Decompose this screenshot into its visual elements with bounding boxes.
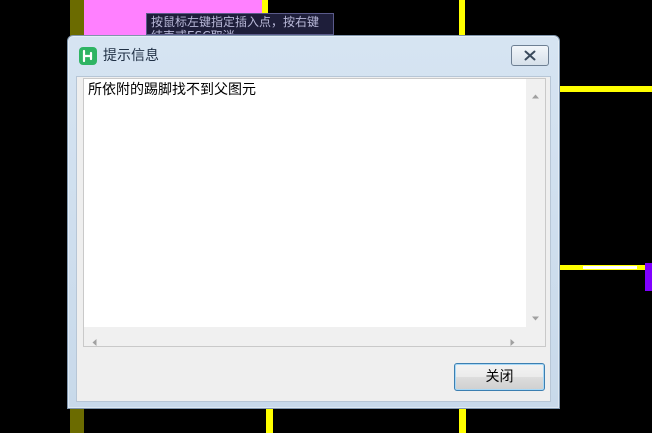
arrow-right-icon[interactable] — [508, 332, 517, 346]
message-dialog: 提示信息 所依附的踢脚找不到父图元 关闭 — [67, 35, 560, 409]
arrow-left-icon[interactable] — [90, 332, 99, 346]
cad-yellow-line — [266, 408, 273, 433]
dialog-titlebar[interactable]: 提示信息 — [68, 36, 559, 76]
cad-white-line — [583, 266, 637, 269]
arrow-up-icon[interactable] — [531, 86, 540, 99]
scrollbar-corner — [526, 327, 545, 346]
cad-yellow-line — [459, 408, 466, 433]
arrow-down-icon[interactable] — [531, 308, 540, 321]
message-text: 所依附的踢脚找不到父图元 — [88, 82, 256, 98]
cad-yellow-line — [459, 0, 465, 36]
title-close-button[interactable] — [511, 45, 549, 66]
message-textarea[interactable]: 所依附的踢脚找不到父图元 — [83, 78, 546, 347]
close-button[interactable]: 关闭 — [454, 363, 545, 391]
horizontal-scrollbar[interactable] — [84, 327, 526, 346]
cad-yellow-line — [560, 86, 652, 92]
cad-purple-region — [645, 263, 652, 291]
cursor-tooltip: 按鼠标左键指定插入点，按右键结束或ESC取消 — [146, 13, 334, 35]
dialog-title: 提示信息 — [103, 48, 159, 64]
dialog-body: 所依附的踢脚找不到父图元 关闭 — [76, 76, 551, 402]
app-icon — [79, 47, 97, 65]
vertical-scrollbar[interactable] — [526, 79, 545, 327]
